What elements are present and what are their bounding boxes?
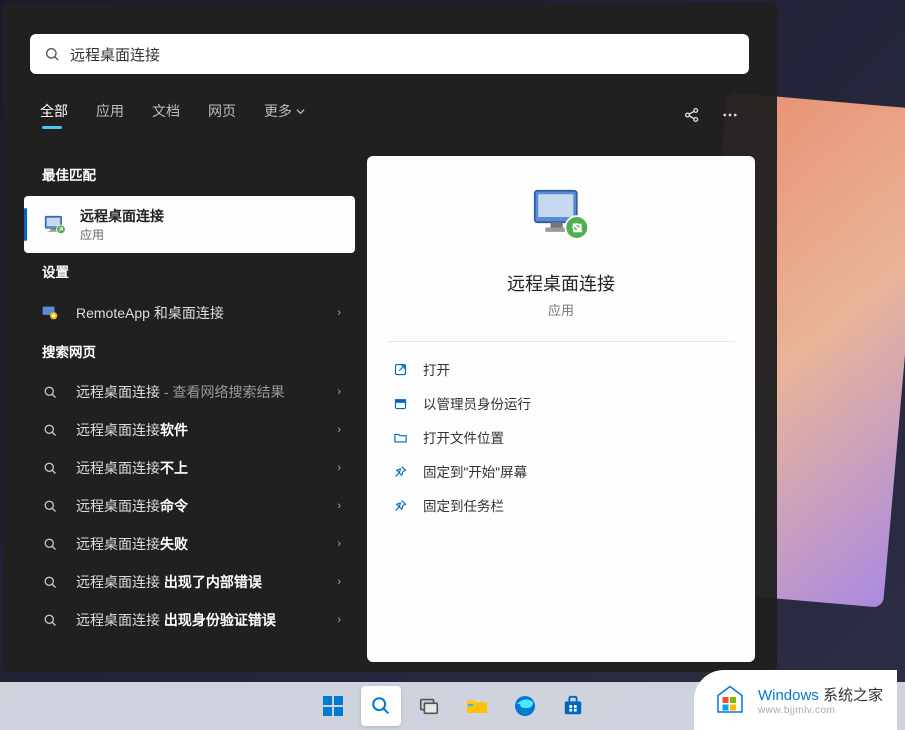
preview-action-pin[interactable]: 固定到"开始"屏幕	[387, 454, 735, 488]
web-search-label: 远程桌面连接 出现了内部错误	[76, 572, 337, 592]
preview-action-folder[interactable]: 打开文件位置	[387, 420, 735, 454]
pin-icon	[391, 496, 409, 514]
rdp-app-icon	[42, 212, 68, 238]
web-search-item[interactable]: 远程桌面连接失败›	[24, 525, 355, 563]
watermark: Windows 系统之家 www.bjjmlv.com	[694, 670, 897, 730]
chevron-right-icon: ›	[337, 462, 341, 474]
web-search-item[interactable]: 远程桌面连接命令›	[24, 487, 355, 525]
web-search-label: 远程桌面连接软件	[76, 420, 337, 440]
search-icon	[38, 537, 62, 552]
section-web-search: 搜索网页	[42, 341, 355, 361]
web-search-item[interactable]: 远程桌面连接 出现身份验证错误›	[24, 601, 355, 639]
search-icon	[38, 461, 62, 476]
edge-button[interactable]	[505, 686, 545, 726]
web-search-item[interactable]: 远程桌面连接 出现了内部错误›	[24, 563, 355, 601]
preview-app-icon	[526, 182, 596, 252]
remoteapp-icon	[38, 302, 62, 324]
best-match-item[interactable]: 远程桌面连接 应用	[24, 196, 355, 253]
preview-subtitle: 应用	[548, 300, 574, 319]
search-box[interactable]	[30, 34, 749, 74]
tab-more-label: 更多	[264, 101, 292, 121]
action-label: 打开	[423, 359, 450, 379]
chevron-right-icon: ›	[337, 307, 341, 319]
tab-web[interactable]: 网页	[208, 101, 236, 129]
search-input[interactable]	[70, 46, 735, 63]
settings-item-label: RemoteApp 和桌面连接	[76, 303, 337, 323]
start-search-panel: 全部 应用 文档 网页 更多 最佳匹配	[2, 2, 777, 672]
divider	[387, 341, 735, 342]
chevron-right-icon: ›	[337, 614, 341, 626]
results-column: 最佳匹配 远程桌面连接 应用 设置	[24, 156, 355, 662]
share-icon[interactable]	[683, 106, 701, 124]
store-button[interactable]	[553, 686, 593, 726]
chevron-right-icon: ›	[337, 576, 341, 588]
best-match-title: 远程桌面连接	[80, 206, 164, 226]
preview-title: 远程桌面连接	[507, 270, 615, 296]
preview-pane: 远程桌面连接 应用 打开以管理员身份运行打开文件位置固定到"开始"屏幕固定到任务…	[367, 156, 755, 662]
web-search-label: 远程桌面连接 - 查看网络搜索结果	[76, 382, 337, 402]
admin-icon	[391, 394, 409, 412]
action-label: 以管理员身份运行	[423, 393, 531, 413]
tab-more[interactable]: 更多	[264, 101, 305, 129]
tab-docs[interactable]: 文档	[152, 101, 180, 129]
watermark-title: Windows 系统之家	[758, 684, 883, 705]
preview-actions: 打开以管理员身份运行打开文件位置固定到"开始"屏幕固定到任务栏	[387, 352, 735, 522]
file-explorer-button[interactable]	[457, 686, 497, 726]
watermark-url: www.bjjmlv.com	[758, 705, 883, 716]
chevron-right-icon: ›	[337, 500, 341, 512]
search-icon	[38, 613, 62, 628]
task-view-button[interactable]	[409, 686, 449, 726]
chevron-right-icon: ›	[337, 386, 341, 398]
chevron-right-icon: ›	[337, 424, 341, 436]
pin-icon	[391, 462, 409, 480]
tab-all[interactable]: 全部	[40, 101, 68, 129]
search-icon	[44, 46, 60, 62]
folder-icon	[391, 428, 409, 446]
section-settings: 设置	[42, 261, 355, 281]
web-search-label: 远程桌面连接不上	[76, 458, 337, 478]
search-icon	[38, 575, 62, 590]
preview-action-pin[interactable]: 固定到任务栏	[387, 488, 735, 522]
action-label: 固定到任务栏	[423, 495, 504, 515]
web-search-item[interactable]: 远程桌面连接不上›	[24, 449, 355, 487]
search-icon	[38, 423, 62, 438]
preview-action-admin[interactable]: 以管理员身份运行	[387, 386, 735, 420]
open-icon	[391, 360, 409, 378]
web-search-item[interactable]: 远程桌面连接软件›	[24, 411, 355, 449]
taskbar-search-button[interactable]	[361, 686, 401, 726]
web-search-label: 远程桌面连接 出现身份验证错误	[76, 610, 337, 630]
preview-action-open[interactable]: 打开	[387, 352, 735, 386]
web-search-label: 远程桌面连接失败	[76, 534, 337, 554]
watermark-logo-icon	[712, 682, 748, 718]
tab-apps[interactable]: 应用	[96, 101, 124, 129]
action-label: 固定到"开始"屏幕	[423, 461, 527, 481]
more-options-icon[interactable]	[721, 106, 739, 124]
chevron-down-icon	[296, 107, 305, 116]
web-search-label: 远程桌面连接命令	[76, 496, 337, 516]
filter-tabs: 全部 应用 文档 网页 更多	[2, 94, 777, 136]
start-button[interactable]	[313, 686, 353, 726]
section-best-match: 最佳匹配	[42, 164, 355, 184]
web-search-item[interactable]: 远程桌面连接 - 查看网络搜索结果›	[24, 373, 355, 411]
search-icon	[38, 499, 62, 514]
action-label: 打开文件位置	[423, 427, 504, 447]
settings-item-remoteapp[interactable]: RemoteApp 和桌面连接 ›	[24, 293, 355, 333]
search-icon	[38, 385, 62, 400]
best-match-subtitle: 应用	[80, 226, 164, 243]
chevron-right-icon: ›	[337, 538, 341, 550]
